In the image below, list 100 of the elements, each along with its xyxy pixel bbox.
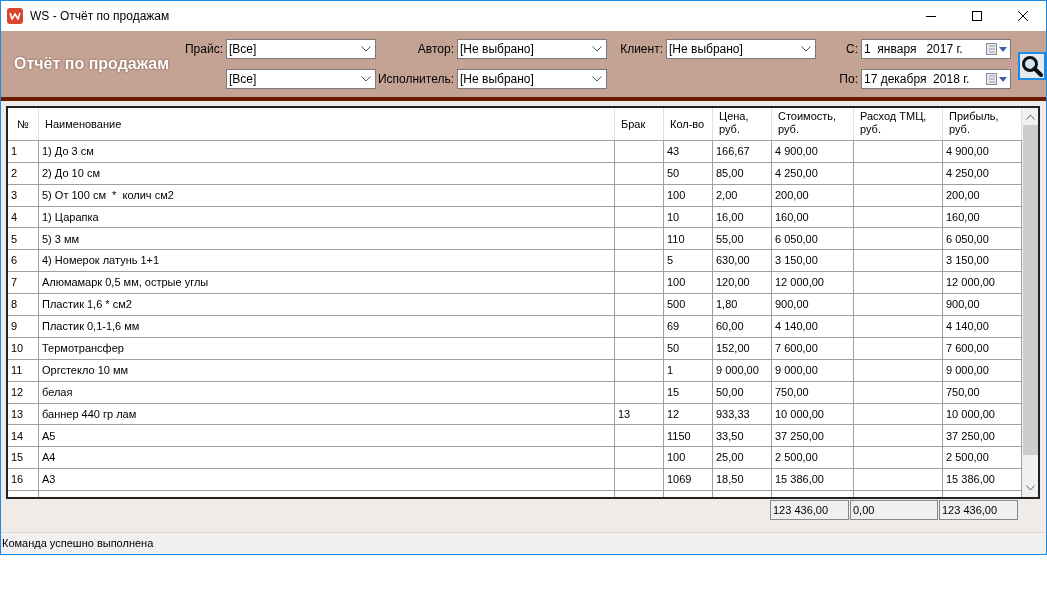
column-header[interactable]: Брак [615, 108, 664, 140]
table-cell-text: 200,00 [775, 187, 809, 203]
table-cell-text: 6 050,00 [946, 231, 989, 247]
table-cell-text: 630,00 [716, 253, 750, 269]
table-cell-text: 1 [667, 362, 674, 378]
table-cell-text: 200,00 [946, 187, 980, 203]
table-cell-text: 50 [667, 165, 680, 181]
window-title: WS - Отчёт по продажам [30, 8, 170, 25]
table-cell-text: 10 000,00 [946, 406, 995, 422]
chevron-down-icon [592, 76, 602, 82]
table-cell-text: 933,33 [716, 406, 750, 422]
table-cell-text: 160,00 [946, 209, 980, 225]
table-cell-text: 166,67 [716, 144, 750, 159]
filter-label: Автор: [417, 41, 454, 58]
date-field[interactable]: 1 января 2017 г. [861, 39, 1011, 59]
scroll-up-icon [1025, 114, 1035, 120]
table-cell-text: 9 [11, 319, 18, 335]
search-button[interactable] [1018, 52, 1046, 80]
table-cell-text: 3 [11, 187, 18, 203]
table-cell-text: 2 500,00 [946, 450, 989, 466]
table-cell-text: 6 050,00 [775, 231, 818, 247]
table-cell-text: 15 [667, 384, 680, 400]
table-cell-text: 15 386,00 [946, 472, 995, 488]
table-cell-text: 10 [667, 209, 680, 225]
table-cell-text: 160,00 [775, 209, 809, 225]
calendar-dropdown-icon [986, 43, 1008, 55]
table-cell-text: 12 [11, 384, 24, 400]
vertical-scrollbar[interactable] [1022, 108, 1038, 497]
table-cell-text: Термотрансфер [42, 341, 124, 357]
table-cell-text: 110 [667, 231, 685, 247]
column-header[interactable]: Стоимость, руб. [772, 108, 854, 140]
dropdown-field[interactable]: [Не выбрано] [457, 69, 607, 89]
report-title: Отчёт по продажам [13, 54, 170, 74]
table-cell-text: 13 [618, 406, 631, 422]
chevron-down-icon [361, 76, 371, 82]
table-cell-text: 100 [667, 450, 686, 466]
table-cell-text: 4 250,00 [775, 165, 818, 181]
filter-label: Клиент: [620, 41, 663, 58]
table-cell-text: 2 500,00 [775, 450, 818, 466]
table-cell-text: 25,00 [716, 450, 744, 466]
chevron-down-icon [361, 46, 371, 52]
dropdown-field[interactable]: [Все] [226, 69, 376, 89]
column-header[interactable]: Расход ТМЦ, руб. [854, 108, 943, 140]
table-cell-text: 120,00 [716, 275, 750, 291]
table-cell-text: 11 [11, 362, 23, 378]
chevron-down-icon [592, 46, 602, 52]
table-cell-text: 7 600,00 [775, 341, 818, 357]
column-header[interactable]: Наименование [39, 108, 615, 140]
table-cell-text: баннер 440 гр лам [42, 406, 137, 422]
dropdown-field[interactable]: [Не выбрано] [457, 39, 607, 59]
filter-label: Прайс: [185, 41, 223, 58]
table-cell-text: 69 [667, 319, 680, 335]
table-cell-text: 1) Царапка [42, 209, 99, 225]
table-cell-text: 1,80 [716, 297, 738, 313]
table-cell-text: 9 000,00 [775, 362, 818, 378]
table-cell-text: 500 [667, 297, 686, 313]
table-cell-text: 15 [11, 450, 24, 466]
table-cell-text: 4) Номерок латунь 1+1 [42, 253, 160, 269]
scrollbar-thumb[interactable] [1022, 125, 1038, 455]
maximize-icon [972, 11, 982, 21]
table-cell-text: 12 000,00 [946, 275, 995, 291]
table-cell-text: 100 [667, 187, 686, 203]
table-cell-text: 2) До 10 см [42, 165, 100, 181]
column-header[interactable]: Цена, руб. [713, 108, 772, 140]
table-cell-text: 5 [11, 231, 18, 247]
table-cell-text: 5 [667, 253, 674, 269]
table-cell-text: 12 [667, 406, 680, 422]
table-cell-text: 1069 [667, 472, 692, 488]
table-cell-text: Пластик 1,6 * см2 [42, 297, 132, 313]
table-cell-text: А4 [42, 450, 56, 466]
filter-label: Исполнитель: [377, 71, 454, 88]
column-header[interactable]: № [8, 108, 39, 140]
table-cell-text: Алюмамарк 0,5 мм, острые углы [42, 275, 209, 291]
table-cell-text: 16,00 [716, 209, 744, 225]
table-cell-text: 1 [11, 144, 18, 159]
table-cell-text: 33,50 [716, 428, 744, 444]
total-cell: 0,00 [850, 500, 938, 520]
minimize-icon [926, 15, 936, 17]
table-cell-text: 5) От 100 см * колич см2 [42, 187, 174, 203]
dropdown-field[interactable]: [Не выбрано] [666, 39, 816, 59]
column-header[interactable]: Кол-во [664, 108, 713, 140]
table-cell-text: 15 386,00 [775, 472, 824, 488]
dropdown-field[interactable]: [Все] [226, 39, 376, 59]
table-cell-text: А3 [42, 472, 56, 488]
table-cell-text: белая [42, 384, 73, 400]
table-cell-text: 7 [11, 275, 18, 291]
chevron-down-icon [801, 46, 811, 52]
table-cell-text: 2 [11, 165, 18, 181]
table-cell-text: 50 [667, 341, 680, 357]
table-cell-text: 13 [11, 406, 24, 422]
table-cell-text: 55,00 [716, 231, 744, 247]
table-cell-text: 85,00 [716, 165, 744, 181]
date-field[interactable]: 17 декабря 2018 г. [861, 69, 1011, 89]
filter-label: С: [846, 41, 858, 58]
table-cell-text: 9 000,00 [716, 362, 759, 378]
table-cell-text: 750,00 [946, 384, 980, 400]
table-cell-text: 8 [11, 297, 18, 313]
table-cell-text: 4 250,00 [946, 165, 989, 181]
table-cell-text: 7 600,00 [946, 341, 989, 357]
table-cell-text: 900,00 [775, 297, 809, 313]
